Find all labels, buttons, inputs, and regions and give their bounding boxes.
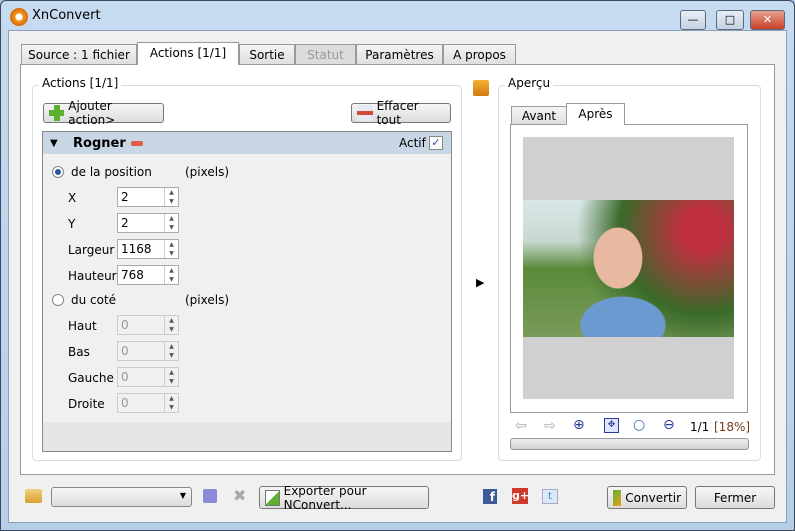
spinner-arrows-icon[interactable]: ▲ ▼ xyxy=(164,266,178,284)
bottom-input: 0 ▲ ▼ xyxy=(117,341,179,361)
convert-label: Convertir xyxy=(625,490,681,505)
add-action-label: Ajouter action> xyxy=(68,99,116,127)
page-info: 1/1 xyxy=(690,420,710,434)
left-value: 0 xyxy=(121,370,129,384)
y-input[interactable]: 2 ▲ ▼ xyxy=(117,213,179,233)
y-value[interactable]: 2 xyxy=(118,214,164,232)
clear-all-button[interactable]: Effacer tout xyxy=(351,99,451,127)
side-radio[interactable] xyxy=(52,294,64,306)
add-action-button[interactable]: Ajouter action> xyxy=(43,99,164,127)
export-icon xyxy=(265,489,280,506)
tab-statut: Statut xyxy=(295,44,356,65)
app-logo-icon xyxy=(10,8,28,26)
zoom-level: [18%] xyxy=(714,420,751,434)
next-arrow-icon[interactable]: ⇨ xyxy=(544,418,556,434)
previous-arrow-icon[interactable]: ⇦ xyxy=(515,418,527,434)
close-dialog-button[interactable]: Fermer xyxy=(695,486,775,509)
collapse-triangle-icon[interactable]: ▼ xyxy=(50,138,58,149)
preview-scrollbar[interactable] xyxy=(510,438,749,450)
bottom-label: Bas xyxy=(68,345,90,359)
top-input: 0 ▲ ▼ xyxy=(117,315,179,335)
right-value: 0 xyxy=(121,396,129,410)
export-label: Exporter pour NConvert... xyxy=(283,483,367,512)
spinner-arrows-icon: ▲ ▼ xyxy=(164,394,178,412)
width-value[interactable]: 1168 xyxy=(118,240,164,258)
maximize-button[interactable]: □ xyxy=(716,10,744,30)
open-folder-icon[interactable] xyxy=(25,489,42,503)
position-label: de la position xyxy=(71,165,152,179)
tab-actions[interactable]: Actions [1/1] xyxy=(137,42,239,65)
tab-sortie[interactable]: Sortie xyxy=(239,44,295,65)
spinner-arrows-icon[interactable]: ▲ ▼ xyxy=(164,214,178,232)
preview-photo xyxy=(523,200,734,337)
action-name: Rogner xyxy=(73,136,126,151)
remove-action-icon[interactable] xyxy=(131,141,143,146)
spinner-arrows-icon: ▲ ▼ xyxy=(164,316,178,334)
remove-icon xyxy=(357,105,373,121)
x-input[interactable]: 2 ▲ ▼ xyxy=(117,187,179,207)
x-label: X xyxy=(68,191,77,205)
side-unit: (pixels) xyxy=(185,293,230,307)
active-label: Actif xyxy=(399,136,426,150)
zoom-out-icon[interactable]: ⊖ xyxy=(663,417,675,433)
fit-window-icon[interactable]: ✥ xyxy=(604,418,619,433)
height-label: Hauteur xyxy=(68,269,117,283)
zoom-in-icon[interactable]: ⊕ xyxy=(573,417,585,433)
width-input[interactable]: 1168 ▲ ▼ xyxy=(117,239,179,259)
spinner-arrows-icon: ▲ ▼ xyxy=(164,342,178,360)
tab-source[interactable]: Source : 1 fichier xyxy=(21,44,137,65)
add-icon xyxy=(49,105,65,121)
facebook-icon[interactable]: f xyxy=(483,489,497,504)
delete-icon[interactable]: ✖ xyxy=(233,486,246,505)
spinner-arrows-icon[interactable]: ▲ ▼ xyxy=(164,188,178,206)
google-plus-icon[interactable]: g+ xyxy=(512,488,529,504)
expand-arrow-icon[interactable]: ▶ xyxy=(476,276,484,289)
side-label: du coté xyxy=(71,293,117,307)
preset-dropdown[interactable]: ▼ xyxy=(51,487,192,507)
window-title: XnConvert xyxy=(32,8,101,23)
close-button[interactable]: ✕ xyxy=(750,10,785,30)
convert-button[interactable]: Convertir xyxy=(607,486,687,509)
width-label: Largeur xyxy=(68,243,115,257)
actions-group-label: Actions [1/1] xyxy=(39,76,122,90)
top-label: Haut xyxy=(68,319,97,333)
left-label: Gauche xyxy=(68,371,114,385)
tab-a-propos[interactable]: A propos xyxy=(443,44,516,65)
height-value[interactable]: 768 xyxy=(118,266,164,284)
preview-group-label: Aperçu xyxy=(505,76,554,90)
spinner-arrows-icon: ▲ ▼ xyxy=(164,368,178,386)
save-icon[interactable] xyxy=(203,489,217,503)
active-checkbox[interactable]: ✓ xyxy=(429,136,443,150)
preview-toggle-icon[interactable] xyxy=(473,80,489,96)
height-input[interactable]: 768 ▲ ▼ xyxy=(117,265,179,285)
right-label: Droite xyxy=(68,397,105,411)
tab-before[interactable]: Avant xyxy=(511,106,567,125)
convert-icon xyxy=(613,489,622,506)
minimize-button[interactable]: — xyxy=(680,10,706,30)
right-input: 0 ▲ ▼ xyxy=(117,393,179,413)
position-radio[interactable] xyxy=(52,166,64,178)
left-input: 0 ▲ ▼ xyxy=(117,367,179,387)
spinner-arrows-icon[interactable]: ▲ ▼ xyxy=(164,240,178,258)
twitter-icon[interactable]: t xyxy=(542,489,558,504)
zoom-actual-icon[interactable]: ○ xyxy=(633,417,645,433)
close-dialog-label: Fermer xyxy=(713,490,757,505)
position-unit: (pixels) xyxy=(185,165,230,179)
x-value[interactable]: 2 xyxy=(118,188,164,206)
top-value: 0 xyxy=(121,318,129,332)
y-label: Y xyxy=(68,217,76,231)
bottom-value: 0 xyxy=(121,344,129,358)
tab-after[interactable]: Après xyxy=(566,103,625,125)
chevron-down-icon: ▼ xyxy=(179,491,186,500)
export-nconvert-button[interactable]: Exporter pour NConvert... xyxy=(259,483,429,512)
action-list-footer xyxy=(43,422,451,451)
clear-all-label: Effacer tout xyxy=(376,99,419,127)
tab-parametres[interactable]: Paramètres xyxy=(356,44,443,65)
